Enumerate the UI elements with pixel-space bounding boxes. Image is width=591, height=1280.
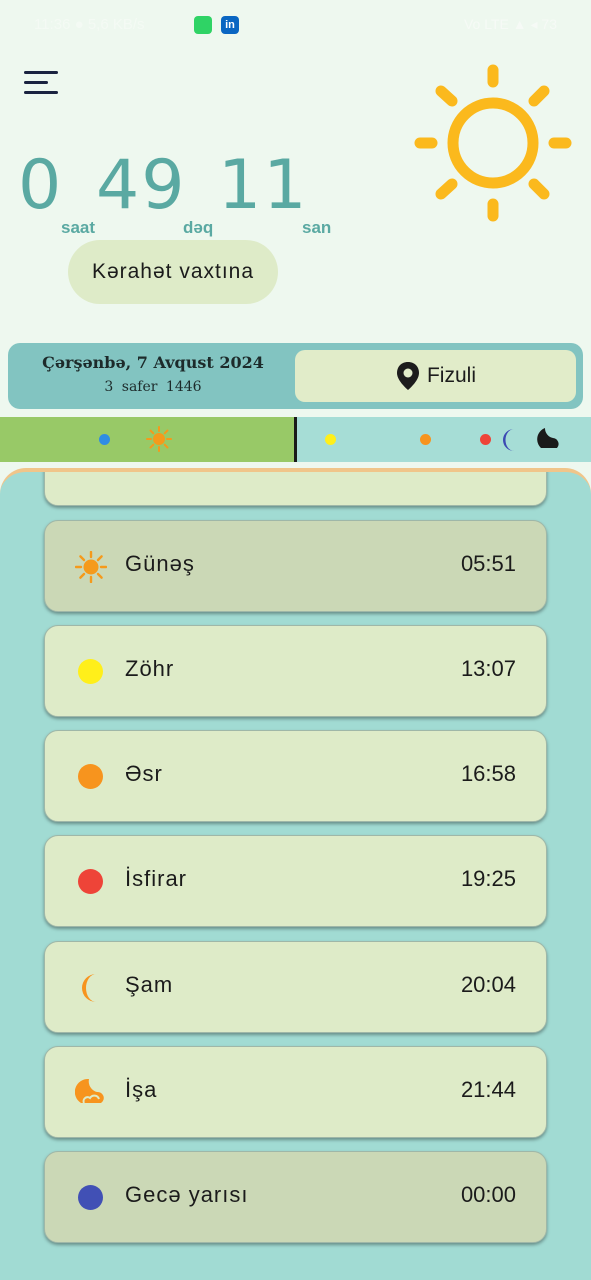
prayer-name: Günəş [125, 551, 195, 576]
prayer-time: 21:44 [460, 1077, 516, 1102]
prayer-time: 16:58 [460, 761, 516, 786]
countdown-seconds-unit: san [302, 218, 332, 237]
prayer-card[interactable]: İsfirar 19:25 [44, 835, 547, 927]
circle-icon [75, 1182, 107, 1214]
hamburger-menu-icon[interactable] [24, 68, 60, 98]
linkedin-icon: in [221, 16, 239, 34]
sun-icon [74, 550, 108, 584]
timeline-dot-isfirar [480, 434, 491, 445]
karahet-button[interactable]: Kərahət vaxtına [68, 240, 278, 304]
circle-icon [75, 866, 107, 898]
date-bar: Çərşənbə, 7 Avqust 2024 3 safer 1446 Fiz… [8, 343, 583, 409]
timeline-dot-asr [420, 434, 431, 445]
crescent-icon [75, 972, 107, 1004]
prayer-name: Əsr [125, 761, 163, 786]
prayer-card[interactable]: Zöhr 13:07 [44, 625, 547, 717]
timeline-now-marker [294, 417, 297, 462]
prayer-card[interactable]: Əsr 16:58 [44, 730, 547, 822]
countdown-hours-unit: saat [61, 218, 96, 237]
circle-icon [75, 761, 107, 793]
prayer-time: 05:51 [460, 551, 516, 576]
timeline-crescent-icon [503, 429, 514, 451]
prayer-card[interactable]: Gecə yarısı 00:00 [44, 1151, 547, 1243]
status-time: 11:36 ● 5,6 KB/s [34, 16, 145, 33]
countdown-minutes-unit: dəq [183, 218, 214, 237]
timeline-sun-icon [146, 426, 172, 452]
city-button[interactable]: Fizuli [295, 350, 576, 402]
city-name: Fizuli [426, 364, 476, 387]
timeline-moon-cloud-icon [537, 428, 559, 448]
day-timeline [0, 417, 591, 462]
sun-icon [414, 64, 572, 222]
timeline-dot-fajr [99, 434, 110, 445]
prayer-name: İşa [125, 1077, 158, 1102]
location-pin-icon [396, 362, 419, 390]
prayer-card[interactable]: Günəş 05:51 [44, 520, 547, 612]
gregorian-date: Çərşənbə, 7 Avqust 2024 [42, 353, 264, 372]
prayer-list-panel[interactable]: Günəş 05:51 Zöhr 13:07 Əsr 16:58 İsfirar 19:25 Ş… [0, 468, 591, 1280]
hijri-date: 3 safer 1446 [104, 379, 202, 395]
prayer-name: Şam [125, 972, 174, 997]
countdown-hours: 0 [18, 146, 64, 225]
prayer-card[interactable]: İşa 21:44 [44, 1046, 547, 1138]
whatsapp-icon [194, 16, 212, 34]
prayer-card-partial[interactable] [44, 472, 547, 506]
countdown-minutes: 49 [96, 146, 187, 225]
timeline-dot-zohr [325, 434, 336, 445]
circle-icon [75, 656, 107, 688]
prayer-name: Gecə yarısı [125, 1182, 249, 1207]
prayer-time: 19:25 [460, 866, 516, 891]
prayer-card[interactable]: Şam 20:04 [44, 941, 547, 1033]
status-right: Vo LTE ▲ ◂ 73 [463, 16, 557, 32]
prayer-time: 13:07 [460, 656, 516, 681]
prayer-name: İsfirar [125, 866, 187, 891]
prayer-name: Zöhr [125, 656, 175, 681]
prayer-time: 00:00 [460, 1182, 516, 1207]
prayer-time: 20:04 [460, 972, 516, 997]
countdown-seconds: 11 [218, 146, 309, 225]
status-bar: 11:36 ● 5,6 KB/s in Vo LTE ▲ ◂ 73 [0, 0, 591, 50]
moon-cloud-icon [74, 1077, 107, 1109]
